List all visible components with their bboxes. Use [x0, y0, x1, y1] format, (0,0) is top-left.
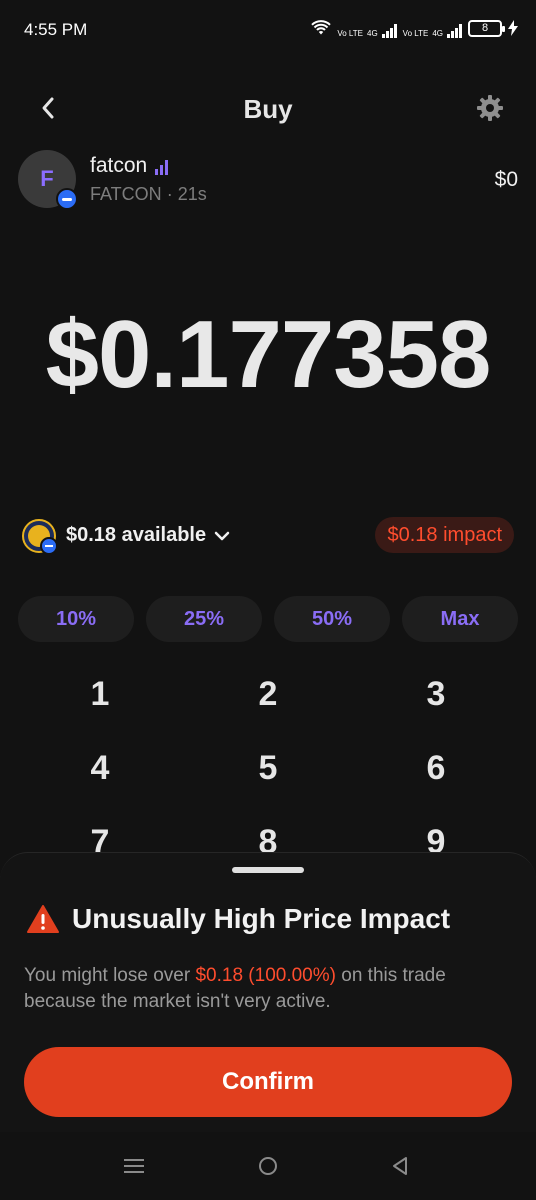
sim1-type-label: 4G — [367, 29, 378, 38]
token-symbol: FATCON — [90, 184, 162, 204]
nav-home-button[interactable] — [248, 1150, 288, 1182]
pct-max-button[interactable]: Max — [402, 596, 518, 642]
signal-bars-icon — [381, 24, 397, 38]
percent-buttons: 10% 25% 50% Max — [18, 596, 518, 642]
warning-title: Unusually High Price Impact — [72, 903, 451, 934]
status-time: 4:55 PM — [24, 20, 88, 39]
nav-back-button[interactable] — [380, 1150, 420, 1182]
token-name-row: fatcon — [90, 154, 171, 178]
gear-icon — [477, 95, 503, 121]
key-5[interactable]: 5 — [208, 736, 328, 800]
sim2-volte-label: Vo LTE — [402, 29, 429, 38]
sim2-signal: Vo LTE 4G — [403, 18, 462, 38]
signal-strength-icon — [155, 160, 169, 175]
token-balance: $0 — [494, 168, 518, 191]
menu-icon — [124, 1159, 144, 1173]
available-selector[interactable]: $0.18 available — [66, 524, 230, 547]
key-6[interactable]: 6 — [376, 736, 496, 800]
nav-menu-button[interactable] — [114, 1150, 154, 1182]
token-meta: FATCON · 21s — [90, 184, 207, 205]
charging-bolt-icon — [508, 20, 518, 36]
page-title: Buy — [243, 94, 293, 124]
pct-10-button[interactable]: 10% — [18, 596, 134, 642]
chain-badge-icon — [56, 188, 78, 210]
token-row[interactable]: F fatcon FATCON · 21s $0 — [18, 150, 518, 210]
sim2-type-label: 4G — [432, 29, 443, 38]
warning-body-prefix: You might lose over — [24, 965, 196, 986]
home-circle-icon — [259, 1157, 277, 1175]
sheet-grabber[interactable] — [232, 867, 304, 873]
buy-screen: 4:55 PM Vo LTE 4G Vo LTE 4G 8 Buy F fatc… — [0, 0, 536, 1200]
key-2[interactable]: 2 — [208, 662, 328, 726]
sim1-volte-label: Vo LTE — [337, 29, 363, 38]
back-triangle-icon — [393, 1157, 407, 1175]
pct-25-button[interactable]: 25% — [146, 596, 262, 642]
warning-title-row: Unusually High Price Impact — [26, 903, 450, 935]
wifi-icon — [311, 20, 332, 35]
confirm-button[interactable]: Confirm — [24, 1047, 512, 1117]
payment-token-icon — [22, 519, 58, 555]
available-label: $0.18 available — [66, 524, 207, 546]
meta-separator: · — [166, 184, 178, 204]
warning-loss-amount: $0.18 (100.00%) — [195, 965, 336, 986]
chevron-down-icon — [214, 531, 230, 540]
warning-triangle-icon — [27, 905, 59, 933]
battery-icon: 8 — [468, 19, 505, 37]
price-impact-badge: $0.18 impact — [375, 517, 514, 553]
header: Buy — [0, 80, 536, 136]
status-icons: Vo LTE 4G Vo LTE 4G 8 — [311, 18, 518, 38]
token-age: 21s — [177, 184, 207, 204]
settings-button[interactable] — [472, 90, 508, 126]
price-impact-sheet: Unusually High Price Impact You might lo… — [0, 852, 536, 1132]
balance-row: $0.18 available $0.18 impact — [22, 515, 514, 557]
signal-bars-icon — [447, 24, 462, 38]
amount-display: $0.177358 — [45, 301, 492, 408]
key-4[interactable]: 4 — [40, 736, 160, 800]
warning-body: You might lose over $0.18 (100.00%) on t… — [24, 963, 514, 1015]
key-1[interactable]: 1 — [40, 662, 160, 726]
pct-50-button[interactable]: 50% — [274, 596, 390, 642]
token-name: fatcon — [90, 154, 148, 177]
key-3[interactable]: 3 — [376, 662, 496, 726]
sim1-signal: Vo LTE 4G — [337, 18, 397, 38]
system-nav-bar — [0, 1132, 536, 1200]
status-bar: 4:55 PM Vo LTE 4G Vo LTE 4G 8 — [0, 0, 536, 60]
